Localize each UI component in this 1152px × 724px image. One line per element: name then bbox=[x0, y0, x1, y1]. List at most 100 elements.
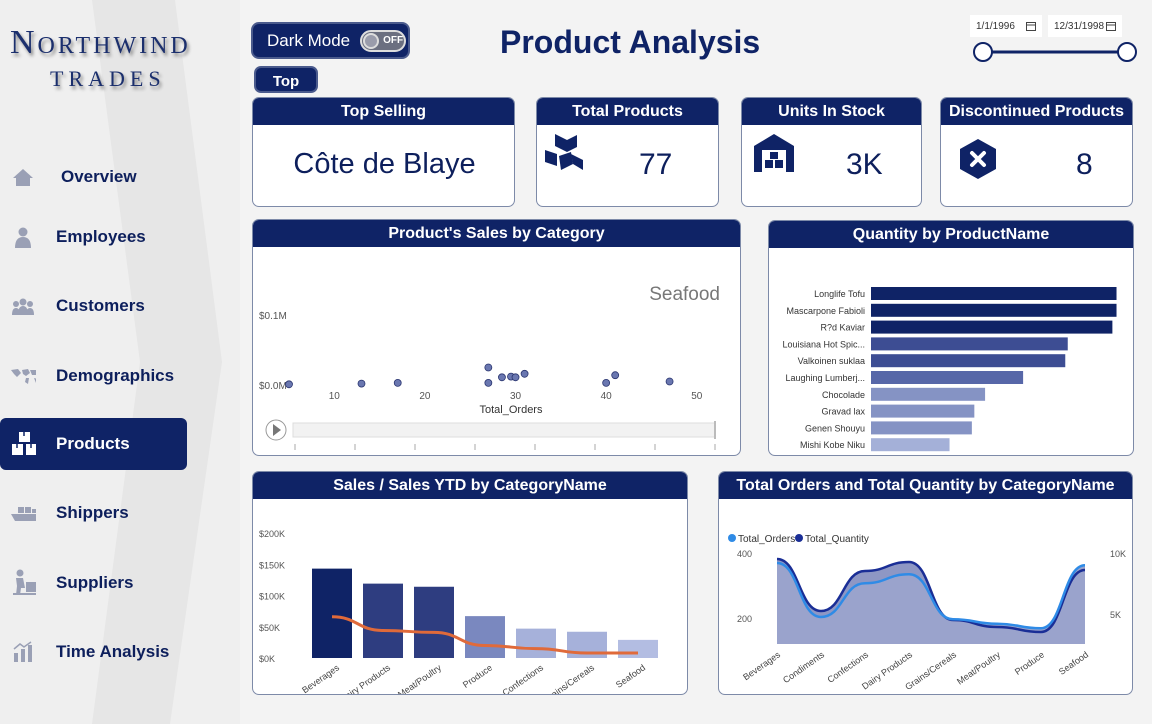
bar bbox=[363, 583, 403, 658]
chart-card-sales-by-category: Product's Sales by Category Seafood $0.1M… bbox=[252, 219, 741, 456]
y-left-tick-label: 400 bbox=[737, 549, 752, 559]
category-label: Beverages bbox=[741, 649, 782, 682]
bar bbox=[871, 354, 1066, 368]
bar bbox=[618, 639, 658, 658]
bar bbox=[871, 404, 975, 418]
nav-label: Suppliers bbox=[56, 573, 134, 592]
nav-customers[interactable]: Customers bbox=[0, 280, 187, 332]
toggle-label: OFF bbox=[383, 34, 404, 46]
discontinued-icon bbox=[960, 139, 996, 179]
kpi-value: 77 bbox=[639, 148, 673, 181]
nav-label: Customers bbox=[56, 296, 145, 315]
person-icon bbox=[10, 226, 36, 248]
scatter-chart[interactable]: Seafood$0.1M$0.0M1020304050Total_OrdersB… bbox=[253, 247, 741, 456]
scatter-point bbox=[520, 369, 529, 378]
bar bbox=[871, 387, 986, 401]
top-button[interactable]: Top bbox=[254, 66, 318, 93]
category-label: Seafood bbox=[614, 662, 647, 689]
time-chart-icon bbox=[10, 641, 36, 663]
nav-suppliers[interactable]: Suppliers bbox=[0, 557, 187, 609]
bar bbox=[312, 568, 352, 658]
kpi-value: 3K bbox=[846, 148, 883, 181]
category-label: Dairy Products bbox=[338, 662, 392, 695]
category-label: Grains/Cereals bbox=[541, 662, 596, 695]
end-date-input[interactable]: 12/31/1998 bbox=[1048, 15, 1122, 37]
chart-title: Sales / Sales YTD by CategoryName bbox=[253, 472, 687, 499]
sidebar: Northwind TRADES Overview Employees Cust… bbox=[0, 0, 240, 724]
scatter-point bbox=[611, 371, 620, 380]
scatter-point bbox=[498, 373, 506, 382]
hbar-chart[interactable]: Longlife Tofu Mascarpone Fabioli R?d Kavia… bbox=[769, 248, 1134, 456]
boxes-icon bbox=[10, 432, 36, 455]
bar bbox=[871, 287, 1117, 300]
category-label: Mascarpone Fabioli bbox=[786, 306, 865, 316]
y-tick-label: $150K bbox=[259, 560, 285, 570]
y-tick-label: $0K bbox=[259, 654, 275, 664]
bar bbox=[871, 337, 1068, 351]
dark-mode-label: Dark Mode bbox=[267, 30, 351, 50]
y-tick-label: $0.1M bbox=[259, 311, 287, 322]
scatter-point bbox=[393, 378, 402, 387]
end-date-value: 12/31/1998 bbox=[1054, 20, 1105, 32]
nav-demographics[interactable]: Demographics bbox=[0, 350, 187, 402]
start-date-input[interactable]: 1/1/1996 bbox=[970, 15, 1042, 37]
y-left-tick-label: 200 bbox=[737, 614, 752, 624]
play-track bbox=[292, 422, 716, 438]
dolly-icon bbox=[10, 569, 36, 595]
group-icon bbox=[10, 295, 36, 317]
x-axis-title: Total_Orders bbox=[480, 404, 543, 416]
nav-employees[interactable]: Employees bbox=[0, 211, 187, 263]
chart-title: Product's Sales by Category bbox=[253, 220, 740, 247]
legend-label: Total_Quantity bbox=[805, 534, 869, 545]
x-tick-label: 10 bbox=[329, 391, 341, 402]
y-tick-label: $0.0M bbox=[259, 381, 287, 392]
boxes-icon bbox=[545, 134, 583, 170]
calendar-icon bbox=[1106, 22, 1116, 31]
category-label: Seafood bbox=[1057, 649, 1090, 676]
date-range-slider[interactable] bbox=[965, 38, 1145, 68]
bar bbox=[516, 628, 556, 658]
slider-end-handle[interactable] bbox=[1117, 42, 1137, 62]
bar bbox=[465, 616, 505, 658]
category-label: Confections bbox=[500, 662, 545, 695]
nav-label: Shippers bbox=[56, 503, 129, 522]
chart-card-quantity-by-product: Quantity by ProductName Longlife Tofu Mas… bbox=[768, 220, 1134, 456]
bar bbox=[871, 438, 950, 452]
nav-time-analysis[interactable]: Time Analysis bbox=[0, 626, 187, 678]
category-label: Louisiana Hot Spic... bbox=[782, 339, 865, 349]
brand-logo-sub: TRADES bbox=[50, 66, 166, 91]
category-label: Produce bbox=[461, 662, 494, 689]
slider-start-handle[interactable] bbox=[973, 42, 993, 62]
legend-label: Total_Orders bbox=[738, 534, 795, 545]
play-axis-label: Seafood bbox=[649, 284, 720, 305]
kpi-title: Top Selling bbox=[253, 98, 514, 125]
scatter-point bbox=[511, 373, 520, 382]
warehouse-icon bbox=[754, 134, 794, 172]
kpi-top-selling: Top Selling Côte de Blaye bbox=[252, 97, 515, 207]
kpi-value: Côte de Blaye bbox=[293, 148, 476, 180]
category-label: Mishi Kobe Niku bbox=[800, 440, 865, 450]
nav-shippers[interactable]: Shippers bbox=[0, 487, 187, 539]
world-map-icon bbox=[10, 365, 36, 387]
kpi-title: Total Products bbox=[537, 98, 718, 125]
page-title: Product Analysis bbox=[500, 24, 761, 60]
y-right-tick-label: 5K bbox=[1110, 610, 1121, 620]
toggle-knob bbox=[363, 32, 380, 49]
combo-chart[interactable]: $200K $150K $100K $50K $0K BeveragesDairy Pro… bbox=[253, 499, 688, 695]
dark-mode-toggle[interactable]: OFF bbox=[360, 29, 407, 52]
nav-products[interactable]: Products bbox=[0, 418, 187, 470]
calendar-icon bbox=[1026, 22, 1036, 31]
nav-label: Overview bbox=[61, 167, 137, 186]
kpi-units-in-stock: Units In Stock 3K bbox=[741, 97, 922, 207]
kpi-discontinued: Discontinued Products 8 bbox=[940, 97, 1133, 207]
scatter-point bbox=[484, 378, 493, 387]
dark-mode-button[interactable]: Dark Mode OFF bbox=[251, 22, 410, 59]
bar bbox=[871, 421, 972, 435]
bar bbox=[871, 303, 1117, 317]
area-chart[interactable]: Total_Orders Total_Quantity 400 200 10K 5K Bev… bbox=[719, 499, 1133, 695]
chart-card-orders-quantity: Total Orders and Total Quantity by Categ… bbox=[718, 471, 1133, 695]
category-label: Produce bbox=[1013, 649, 1046, 676]
nav-overview[interactable]: Overview bbox=[0, 151, 187, 203]
x-tick-label: 40 bbox=[601, 391, 613, 402]
ship-icon bbox=[10, 502, 36, 524]
